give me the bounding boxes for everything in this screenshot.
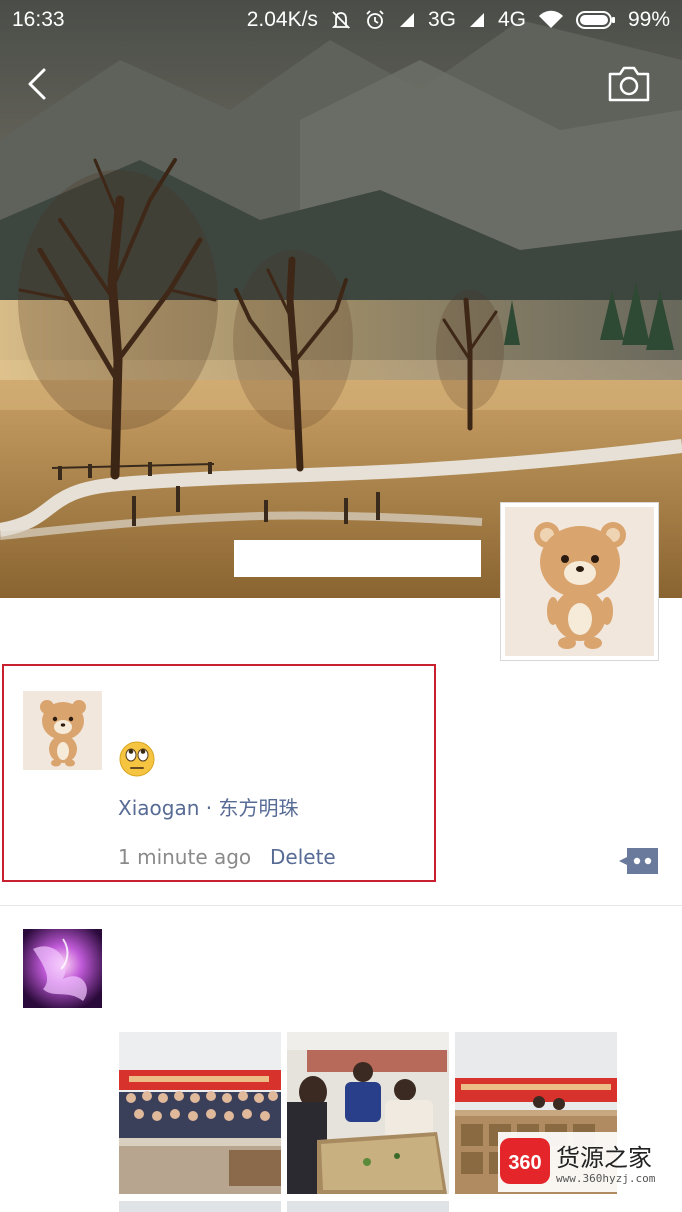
post-location[interactable]: Xiaogan · 东方明珠 — [118, 792, 298, 821]
chevron-left-icon — [28, 68, 46, 100]
comment-button[interactable] — [617, 846, 660, 876]
post-timestamp: 1 minute ago — [118, 845, 252, 869]
sim1-type: 3G — [427, 8, 456, 31]
rolling-eyes-emoji — [118, 740, 156, 778]
classroom-sandbox-image — [287, 1032, 449, 1194]
username-redacted — [234, 540, 481, 577]
comment-dots-icon — [619, 848, 658, 874]
site-watermark: 360 货源之家 www.360hyzj.com — [498, 1132, 682, 1192]
battery-percent: 99% — [627, 8, 670, 31]
watermark-title: 货源之家 — [556, 1144, 652, 1172]
mute-icon — [330, 9, 352, 31]
sim2-type: 4G — [497, 8, 526, 31]
alarm-icon — [364, 9, 386, 31]
post-avatar[interactable] — [23, 929, 102, 1008]
post-photo-4[interactable] — [119, 1201, 281, 1212]
face-with-rolling-eyes-icon — [119, 741, 155, 777]
signal-icon — [468, 11, 486, 29]
post-photo-1[interactable] — [119, 1032, 281, 1194]
battery-icon — [575, 10, 616, 30]
group-photo-image — [119, 1032, 281, 1194]
camera-button[interactable] — [606, 64, 652, 104]
bear-avatar-image — [505, 507, 654, 656]
watermark-url: www.360hyzj.com — [556, 1172, 656, 1185]
signal-icon — [398, 11, 416, 29]
wifi-icon — [538, 10, 564, 30]
network-speed: 2.04K/s — [246, 8, 318, 31]
watermark-logo: 360 — [500, 1138, 550, 1184]
post-avatar[interactable] — [23, 691, 102, 770]
phoenix-avatar-image — [23, 929, 102, 1008]
status-bar: 16:33 2.04K/s 3G 4G 99% — [0, 0, 682, 40]
post-photo-5[interactable] — [287, 1201, 449, 1212]
camera-icon — [608, 66, 650, 102]
delete-button[interactable]: Delete — [270, 845, 336, 869]
profile-avatar[interactable] — [500, 502, 659, 661]
moments-page: 16:33 2.04K/s 3G 4G 99% Xiaogan · 东方明珠 1… — [0, 0, 682, 1212]
back-button[interactable] — [22, 62, 54, 106]
post-divider — [0, 905, 682, 906]
bear-avatar-image — [23, 691, 102, 770]
status-time: 16:33 — [12, 8, 65, 31]
post-photo-2[interactable] — [287, 1032, 449, 1194]
watermark-logo-text: 360 — [508, 1152, 541, 1174]
